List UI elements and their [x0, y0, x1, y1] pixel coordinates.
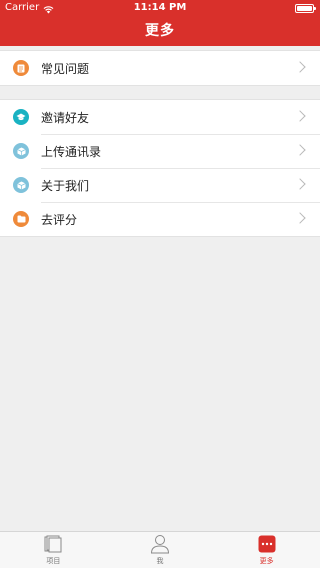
status-time: 11:14 PM — [133, 2, 187, 13]
settings-group-help: 常见问题 — [0, 50, 320, 86]
row-about-us[interactable]: 关于我们 — [0, 168, 320, 202]
box-icon — [13, 143, 29, 159]
chevron-right-icon — [294, 178, 306, 190]
chevron-right-icon — [294, 110, 306, 122]
row-label: 邀请好友 — [41, 110, 90, 125]
row-label: 上传通讯录 — [41, 144, 102, 159]
tab-label: 项目 — [46, 557, 61, 565]
person-icon — [150, 534, 170, 554]
tab-more[interactable]: 更多 — [213, 532, 320, 568]
nav-header: Carrier 11:14 PM 更多 — [0, 0, 320, 46]
tab-label: 更多 — [259, 557, 274, 565]
battery-fill — [297, 6, 312, 11]
tab-bar: 项目 我 更多 — [0, 531, 320, 568]
row-label: 常见问题 — [41, 61, 90, 76]
settings-group-main: 邀请好友 上传通讯录 关于我们 去评分 — [0, 99, 320, 237]
tab-me[interactable]: 我 — [107, 532, 214, 568]
chevron-right-icon — [294, 212, 306, 224]
battery-icon — [295, 4, 316, 13]
tab-projects[interactable]: 项目 — [0, 532, 107, 568]
chevron-right-icon — [294, 144, 306, 156]
status-bar: Carrier 11:14 PM — [0, 0, 320, 16]
tab-label: 我 — [156, 557, 164, 565]
graduation-cap-icon — [13, 109, 29, 125]
row-invite-friends[interactable]: 邀请好友 — [0, 100, 320, 134]
row-upload-contacts[interactable]: 上传通讯录 — [0, 134, 320, 168]
row-label: 去评分 — [41, 212, 78, 227]
folder-icon — [13, 211, 29, 227]
box-icon — [13, 177, 29, 193]
chevron-right-icon — [294, 61, 306, 73]
row-faq[interactable]: 常见问题 — [0, 51, 320, 85]
stack-icon — [43, 534, 63, 554]
page-title: 更多 — [145, 23, 175, 39]
document-icon — [13, 60, 29, 76]
row-rate-app[interactable]: 去评分 — [0, 202, 320, 236]
more-icon — [257, 534, 277, 554]
row-label: 关于我们 — [41, 178, 90, 193]
